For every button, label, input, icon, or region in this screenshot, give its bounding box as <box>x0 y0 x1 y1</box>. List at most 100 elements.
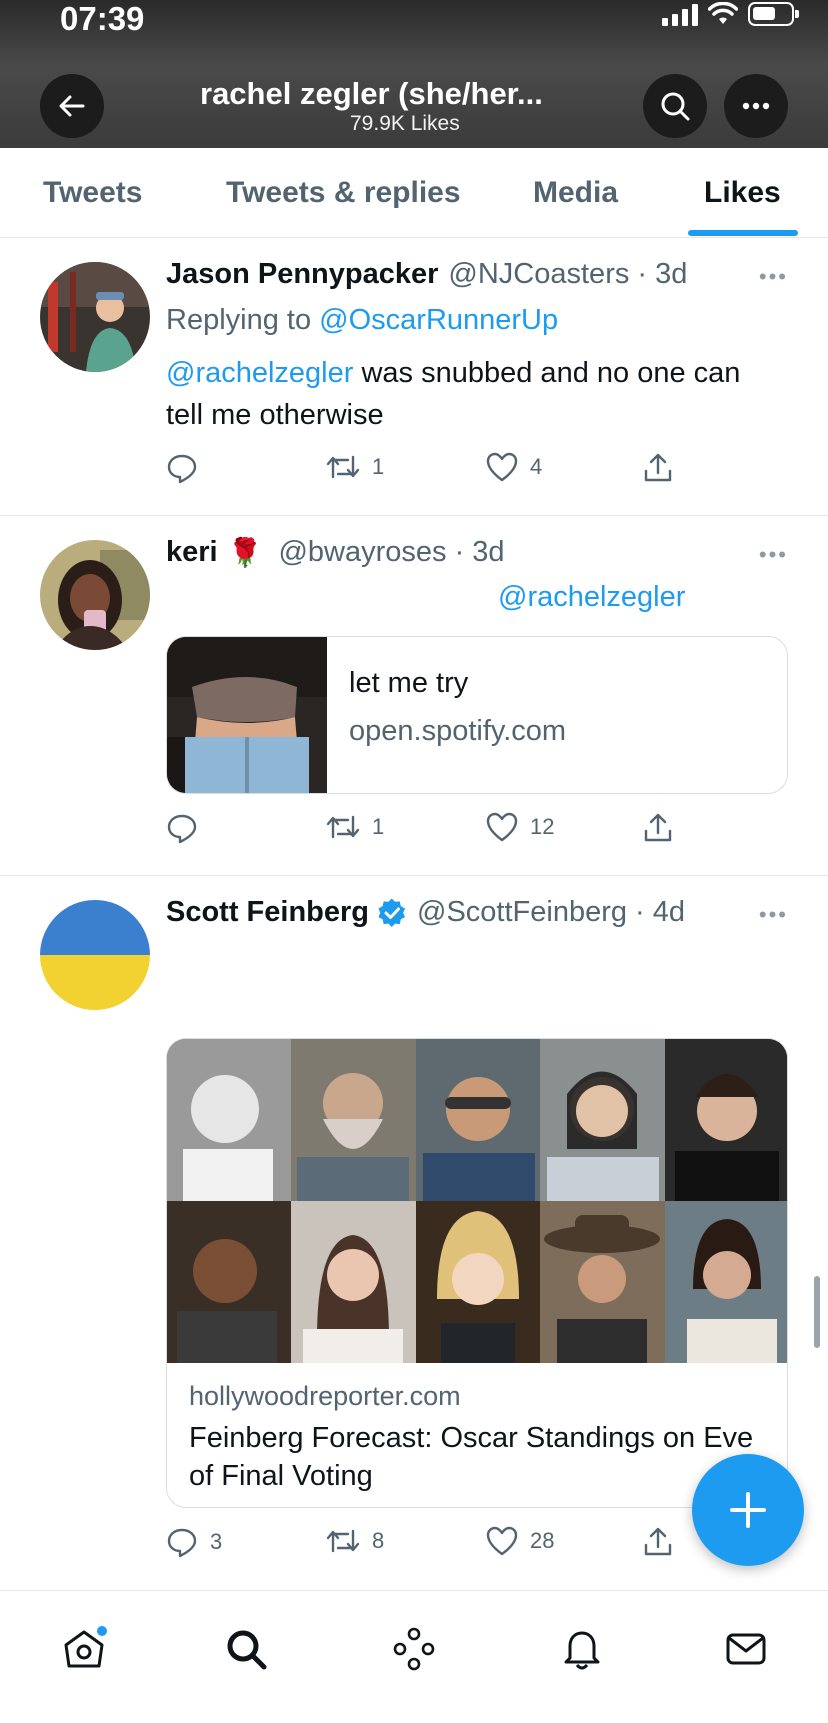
author-name[interactable]: keri <box>166 536 218 569</box>
retweet-button[interactable]: 8 <box>326 1526 384 1556</box>
like-count: 4 <box>530 454 543 479</box>
tweet-header: Scott Feinberg @ScottFeinberg · 4d <box>166 896 685 929</box>
nav-notifications[interactable] <box>552 1619 612 1679</box>
profile-tabs: Tweets Tweets & replies Media Likes <box>0 148 828 238</box>
retweet-icon <box>326 815 360 839</box>
tweet-header: keri 🌹 @bwayroses · 3d <box>166 536 505 569</box>
share-button[interactable] <box>642 812 674 844</box>
home-icon <box>64 1626 107 1668</box>
bottom-navigation <box>0 1590 828 1723</box>
scrollbar[interactable] <box>814 1276 820 1348</box>
author-handle: @bwayroses · 3d <box>278 536 505 568</box>
retweet-icon <box>326 455 360 479</box>
like-button[interactable]: 28 <box>486 1526 554 1556</box>
tab-media[interactable]: Media <box>533 176 618 210</box>
card-image-collage <box>167 1039 787 1363</box>
tweet-text: @rachelzegler <box>498 576 798 618</box>
like-count: 12 <box>530 814 555 839</box>
explore-icon <box>227 1630 267 1670</box>
author-name[interactable]: Jason Pennypacker <box>166 258 438 291</box>
compose-plus-icon <box>730 1492 766 1528</box>
battery-icon <box>748 2 799 26</box>
link-card[interactable]: let me try open.spotify.com <box>166 636 788 794</box>
messages-icon <box>726 1633 766 1665</box>
reply-icon <box>167 454 197 484</box>
tweet-item[interactable]: keri 🌹 @bwayroses · 3d ••• @rachelzegler… <box>0 516 828 876</box>
replying-to-handle[interactable]: @OscarRunnerUp <box>319 304 558 336</box>
reply-icon <box>167 814 197 844</box>
retweet-count: 1 <box>372 454 385 479</box>
tab-tweets-replies[interactable]: Tweets & replies <box>226 176 461 210</box>
tweet-actions: 1 12 <box>166 812 686 852</box>
compose-tweet-button[interactable] <box>692 1454 804 1566</box>
nav-explore[interactable] <box>216 1619 276 1679</box>
cellular-signal-icon <box>662 2 698 26</box>
wifi-icon <box>708 2 738 24</box>
share-button[interactable] <box>642 1526 674 1558</box>
author-handle: @ScottFeinberg · 4d <box>417 896 686 928</box>
nav-spaces[interactable] <box>384 1619 444 1679</box>
card-domain: open.spotify.com <box>349 715 567 747</box>
share-icon <box>644 453 672 482</box>
active-tab-indicator <box>688 230 798 236</box>
tweet-item[interactable]: Jason Pennypacker @NJCoasters · 3d ••• R… <box>0 238 828 516</box>
reply-button[interactable] <box>166 812 198 844</box>
retweet-icon <box>326 1529 360 1553</box>
tweet-text: @rachelzegler was snubbed and no one can… <box>166 352 766 436</box>
reply-button[interactable] <box>166 452 198 484</box>
nav-messages[interactable] <box>716 1619 776 1679</box>
tweet-header: Jason Pennypacker @NJCoasters · 3d <box>166 258 687 291</box>
like-button[interactable]: 4 <box>486 452 542 482</box>
notifications-icon <box>564 1631 600 1670</box>
more-options-button[interactable] <box>724 74 788 138</box>
avatar[interactable] <box>40 900 150 1010</box>
tab-tweets[interactable]: Tweets <box>43 176 142 210</box>
spaces-icon <box>393 1627 435 1671</box>
card-title: let me try <box>349 667 469 699</box>
more-icon <box>742 102 770 110</box>
share-icon <box>644 813 672 842</box>
reply-button[interactable]: 3 <box>166 1526 222 1558</box>
search-button[interactable] <box>643 74 707 138</box>
card-domain: hollywoodreporter.com <box>189 1381 461 1411</box>
profile-header: 07:39 rachel zegler (she/her... 79.9K Li… <box>0 0 828 148</box>
retweet-button[interactable]: 1 <box>326 812 384 842</box>
like-icon <box>486 452 518 482</box>
mention-link[interactable]: @rachelzegler <box>498 581 685 613</box>
link-card[interactable]: hollywoodreporter.com Feinberg Forecast:… <box>166 1038 788 1508</box>
reply-count: 3 <box>210 1529 223 1554</box>
tweet-more-icon[interactable]: ••• <box>759 264 788 290</box>
avatar[interactable] <box>40 540 150 650</box>
verified-icon <box>378 897 406 927</box>
back-button[interactable] <box>40 74 104 138</box>
like-icon <box>486 1526 518 1556</box>
author-handle: @NJCoasters · 3d <box>448 258 688 290</box>
mention-link[interactable]: @rachelzegler <box>166 357 353 389</box>
status-time: 07:39 <box>60 0 145 37</box>
author-name[interactable]: Scott Feinberg <box>166 896 369 929</box>
tweet-actions: 3 8 28 <box>166 1526 686 1566</box>
status-icons <box>662 2 799 26</box>
like-icon <box>486 812 518 842</box>
like-button[interactable]: 12 <box>486 812 554 842</box>
tweet-more-icon[interactable]: ••• <box>759 542 788 568</box>
likes-count-subtitle: 79.9K Likes <box>350 112 460 135</box>
search-icon <box>661 92 690 121</box>
share-button[interactable] <box>642 452 674 484</box>
avatar[interactable] <box>40 262 150 372</box>
retweet-button[interactable]: 1 <box>326 452 384 482</box>
like-count: 28 <box>530 1528 555 1553</box>
retweet-count: 1 <box>372 814 385 839</box>
profile-name-title: rachel zegler (she/her... <box>200 76 543 111</box>
reply-icon <box>167 1528 197 1558</box>
tab-likes[interactable]: Likes <box>704 176 781 210</box>
replying-to-line: Replying to @OscarRunnerUp <box>166 304 558 337</box>
nav-home[interactable] <box>54 1619 114 1679</box>
retweet-count: 8 <box>372 1528 385 1553</box>
tweet-actions: 1 4 <box>166 452 686 492</box>
author-emoji: 🌹 <box>227 537 263 568</box>
replying-to-label: Replying to <box>166 304 312 336</box>
back-arrow-icon <box>59 95 85 117</box>
tweet-more-icon[interactable]: ••• <box>759 902 788 928</box>
card-thumbnail <box>167 637 327 793</box>
